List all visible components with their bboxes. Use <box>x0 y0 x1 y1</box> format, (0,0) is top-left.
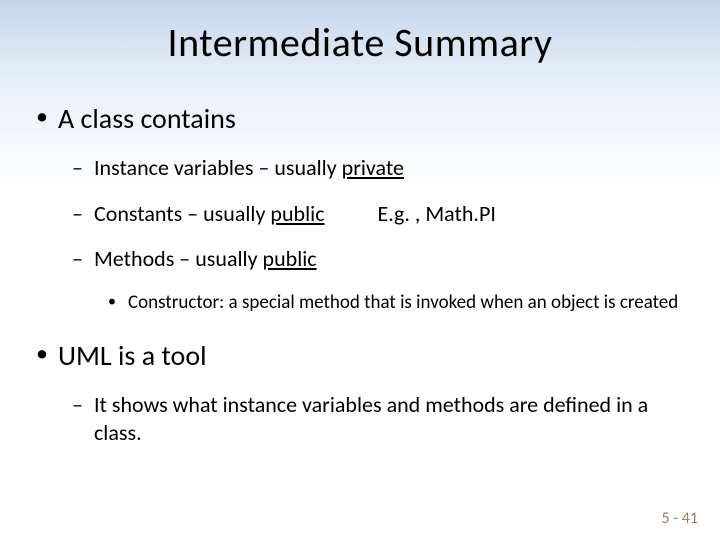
bullet-text: It shows what instance variables and met… <box>94 391 648 446</box>
bullet-list: A class contains Instance variables – us… <box>30 101 690 446</box>
bullet-text: Constructor: a special method that is in… <box>128 291 678 314</box>
slide-title: Intermediate Summary <box>0 0 720 77</box>
bullet-class-contains: A class contains <box>30 101 690 136</box>
slide-content: A class contains Instance variables – us… <box>0 77 720 446</box>
bullet-text-underline: public <box>263 245 317 272</box>
bullet-text-underline: private <box>342 154 404 181</box>
bullet-text-underline: public <box>270 200 324 227</box>
bullet-constructor: Constructor: a special method that is in… <box>30 291 690 315</box>
slide: Intermediate Summary A class contains In… <box>0 0 720 540</box>
slide-number: 5 - 41 <box>662 509 698 528</box>
bullet-methods: Methods – usually public <box>30 245 690 273</box>
bullet-text: A class contains <box>58 101 236 136</box>
bullet-instance-vars: Instance variables – usually private <box>30 154 690 182</box>
bullet-text: UML is a tool <box>58 338 207 373</box>
bullet-text-pre: Instance variables – usually <box>94 154 342 181</box>
bullet-example: E.g. , Math.PI <box>377 200 495 228</box>
bullet-constants: Constants – usually public E.g. , Math.P… <box>30 200 690 228</box>
bullet-text-pre: Constants – usually <box>94 200 270 227</box>
bullet-text-pre: Methods – usually <box>94 245 263 272</box>
bullet-uml-tool: UML is a tool <box>30 338 690 373</box>
bullet-uml-desc: It shows what instance variables and met… <box>30 391 690 446</box>
